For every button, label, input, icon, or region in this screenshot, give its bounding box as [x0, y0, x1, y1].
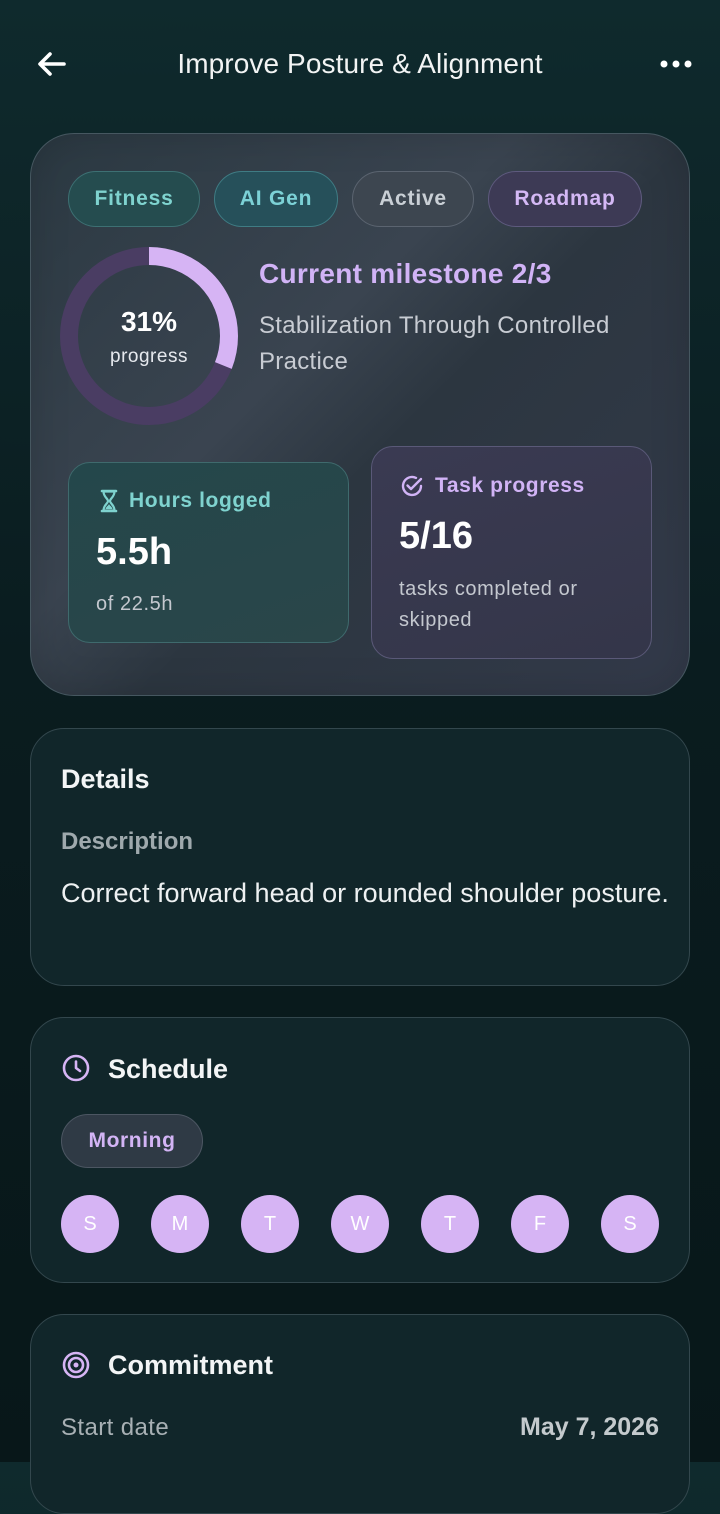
- task-progress-sub: tasks completed or skipped: [399, 578, 578, 631]
- progress-percent: 31%: [120, 306, 178, 337]
- hourglass-icon: [100, 489, 118, 513]
- tag-roadmap[interactable]: Roadmap: [488, 171, 642, 227]
- day-saturday[interactable]: S: [601, 1195, 659, 1253]
- hours-logged-label: Hours logged: [129, 489, 272, 512]
- time-of-day-chip[interactable]: Morning: [61, 1114, 203, 1168]
- hours-total: of 22.5h: [96, 593, 174, 615]
- schedule-title: Schedule: [108, 1054, 229, 1084]
- commitment-title: Commitment: [108, 1350, 274, 1380]
- target-icon: [62, 1351, 90, 1379]
- details-title: Details: [61, 764, 150, 794]
- tag-active[interactable]: Active: [352, 171, 474, 227]
- day-wednesday[interactable]: W: [331, 1195, 389, 1253]
- description-text: Correct forward head or rounded shoulder…: [61, 878, 669, 908]
- page-title: Improve Posture & Alignment: [177, 48, 543, 79]
- clock-icon: [62, 1054, 90, 1082]
- start-date-value: May 7, 2026: [520, 1413, 659, 1441]
- progress-label: progress: [110, 346, 188, 367]
- milestone-name: Stabilization Through Controlled Practic…: [259, 312, 610, 375]
- description-label: Description: [61, 828, 194, 855]
- day-monday[interactable]: M: [151, 1195, 209, 1253]
- tag-ai-gen[interactable]: AI Gen: [214, 171, 338, 227]
- tag-fitness[interactable]: Fitness: [68, 171, 200, 227]
- day-thursday[interactable]: T: [421, 1195, 479, 1253]
- more-options-button[interactable]: [652, 44, 700, 84]
- day-sunday[interactable]: S: [61, 1195, 119, 1253]
- more-horizontal-icon: [660, 60, 692, 68]
- task-progress-header: Task progress: [399, 473, 585, 499]
- task-progress-card[interactable]: Task progress 5/16 tasks completed or sk…: [371, 446, 652, 659]
- hours-logged-header: Hours logged: [99, 489, 272, 513]
- task-progress-label: Task progress: [435, 474, 585, 497]
- milestone-title: Current milestone 2/3: [259, 258, 552, 289]
- hours-logged-value: 5.5h: [96, 531, 173, 573]
- start-date-label: Start date: [61, 1414, 170, 1441]
- hours-logged-card[interactable]: Hours logged 5.5h of 22.5h: [68, 462, 349, 643]
- day-friday[interactable]: F: [511, 1195, 569, 1253]
- task-progress-value: 5/16: [399, 515, 473, 557]
- check-circle-icon: [401, 475, 423, 497]
- day-tuesday[interactable]: T: [241, 1195, 299, 1253]
